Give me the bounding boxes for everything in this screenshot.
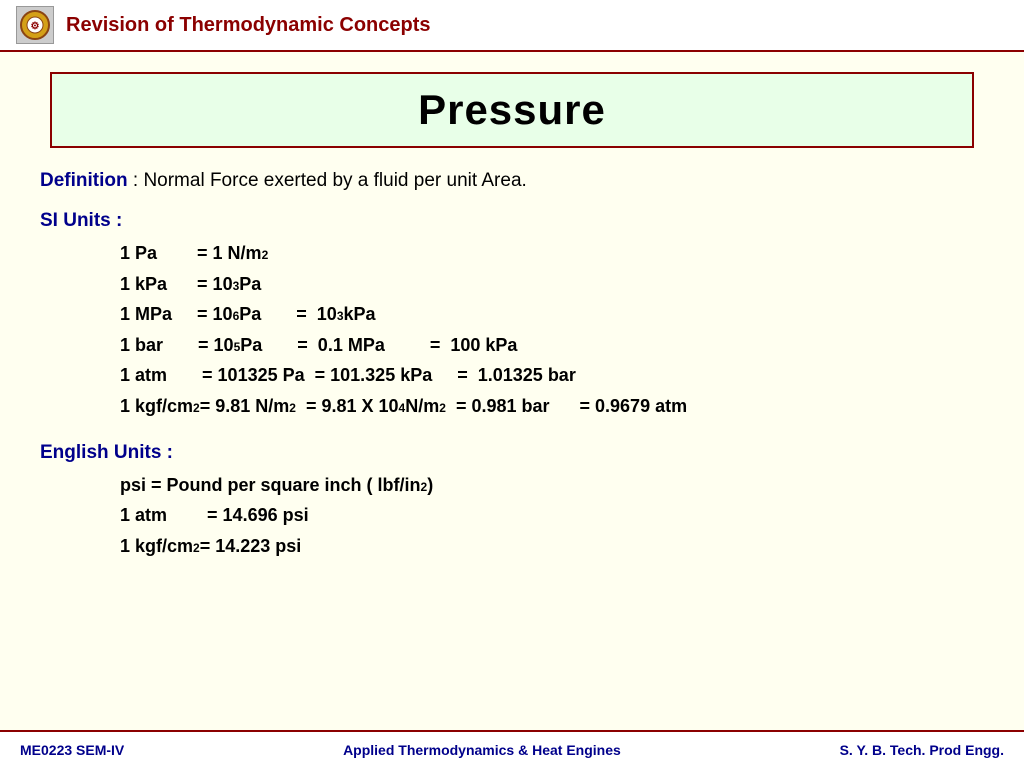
footer-right: S. Y. B. Tech. Prod Engg. (840, 742, 1004, 758)
definition-text: : Normal Force exerted by a fluid per un… (128, 170, 527, 191)
svg-text:⚙: ⚙ (31, 21, 40, 32)
si-row-6: 1 kgf/cm2 = 9.81 N/m2 = 9.81 X 104 N/m2 … (120, 391, 984, 422)
header: ⚙ Revision of Thermodynamic Concepts (0, 0, 1024, 52)
en-row-1: psi = Pound per square inch ( lbf/in2) (120, 470, 984, 501)
english-units-table: psi = Pound per square inch ( lbf/in2) 1… (120, 470, 984, 562)
definition-label: Definition (40, 170, 128, 191)
footer: ME0223 SEM-IV Applied Thermodynamics & H… (0, 730, 1024, 768)
english-units-label: English Units : (40, 442, 984, 464)
english-units-text: English Units (40, 442, 161, 463)
si-units-label: SI Units : (40, 210, 984, 232)
header-title: Revision of Thermodynamic Concepts (66, 14, 431, 37)
footer-left: ME0223 SEM-IV (20, 742, 124, 758)
page-title: Pressure (64, 86, 960, 134)
si-row-5: 1 atm = 101325 Pa = 101.325 kPa = 1.0132… (120, 360, 984, 391)
si-row-2: 1 kPa = 103 Pa (120, 269, 984, 300)
en-row-3: 1 kgf/cm2 = 14.223 psi (120, 531, 984, 562)
en-row-2: 1 atm = 14.696 psi (120, 500, 984, 531)
title-box: Pressure (50, 72, 974, 148)
logo: ⚙ (16, 6, 54, 44)
footer-center: Applied Thermodynamics & Heat Engines (343, 742, 621, 758)
main-content: Pressure Definition : Normal Force exert… (0, 52, 1024, 730)
si-units-text: SI Units (40, 210, 111, 231)
si-units-colon: : (111, 210, 123, 231)
si-units-table: 1 Pa = 1 N/m2 1 kPa = 103 Pa 1 MPa = 106… (120, 238, 984, 422)
si-row-1: 1 Pa = 1 N/m2 (120, 238, 984, 269)
definition-line: Definition : Normal Force exerted by a f… (40, 170, 984, 192)
si-row-3: 1 MPa = 106 Pa = 103 kPa (120, 299, 984, 330)
si-row-4: 1 bar = 105 Pa = 0.1 MPa = 100 kPa (120, 330, 984, 361)
english-units-colon: : (161, 442, 173, 463)
